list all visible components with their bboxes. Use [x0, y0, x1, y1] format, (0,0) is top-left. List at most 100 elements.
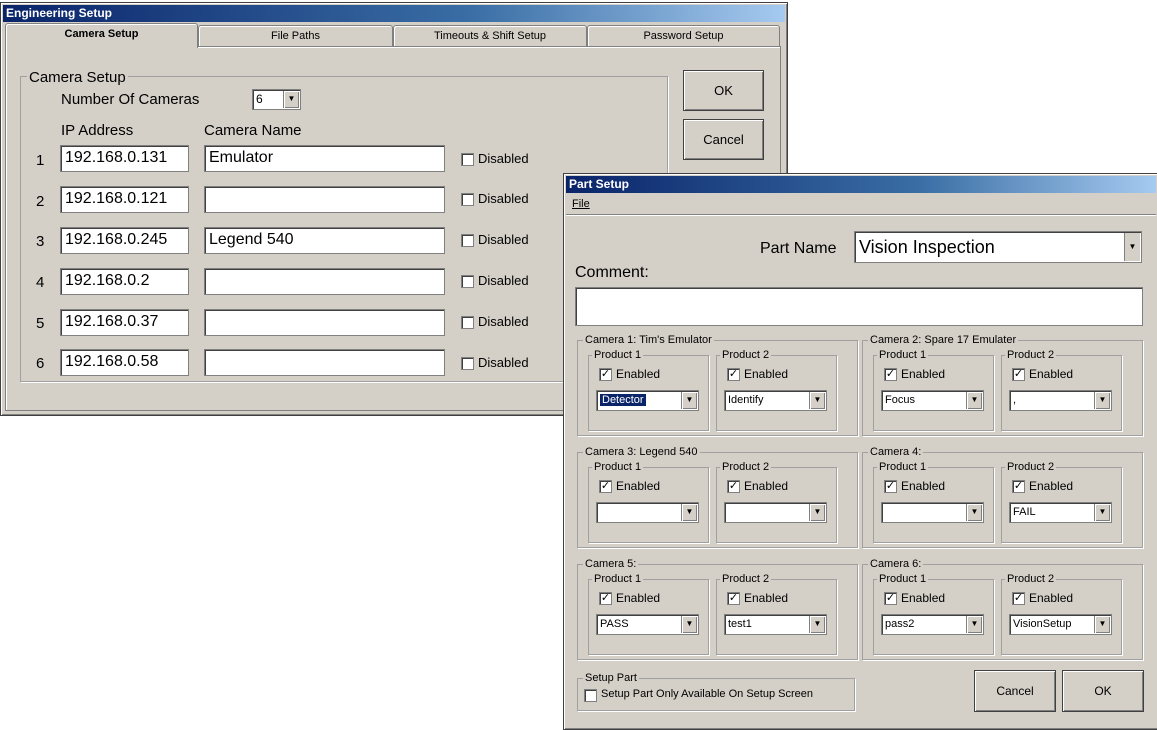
product-2-select[interactable]: test1 ▼ [724, 614, 827, 635]
product-2-select[interactable]: VisionSetup ▼ [1009, 614, 1112, 635]
cancel-button[interactable]: Cancel [683, 119, 764, 160]
enabled-checkbox[interactable]: ✓ [727, 592, 740, 605]
disabled-checkbox-3[interactable] [461, 234, 474, 247]
part-setup-window: Part Setup File Part Name Vision Inspect… [563, 173, 1157, 730]
part-name-label: Part Name [760, 240, 837, 257]
chevron-down-icon[interactable]: ▼ [1094, 504, 1110, 521]
tab-camera-setup[interactable]: Camera Setup [5, 23, 198, 48]
enabled-checkbox[interactable]: ✓ [884, 592, 897, 605]
product-1-select[interactable]: Detector ▼ [596, 390, 699, 411]
chevron-down-icon[interactable]: ▼ [1124, 233, 1140, 261]
product-1-select[interactable]: PASS ▼ [596, 614, 699, 635]
disabled-label: Disabled [478, 273, 529, 288]
engineering-setup-titlebar[interactable]: Engineering Setup [3, 5, 785, 22]
tab-password-setup[interactable]: Password Setup [587, 25, 780, 46]
product-1-select[interactable]: ▼ [596, 502, 699, 523]
product-2-select[interactable]: FAIL ▼ [1009, 502, 1112, 523]
disabled-label: Disabled [478, 151, 529, 166]
chevron-down-icon[interactable]: ▼ [681, 616, 697, 633]
product-1-select[interactable]: ▼ [881, 502, 984, 523]
chevron-down-icon[interactable]: ▼ [966, 616, 982, 633]
part-ok-button[interactable]: OK [1062, 670, 1144, 712]
product-2-select[interactable]: Identify ▼ [724, 390, 827, 411]
camera-name-input-4[interactable] [204, 268, 445, 295]
ip-address-input-4[interactable]: 192.168.0.2 [60, 268, 189, 295]
chevron-down-icon[interactable]: ▼ [1094, 616, 1110, 633]
camera-name-input-6[interactable] [204, 349, 445, 376]
enabled-label: Enabled [744, 367, 789, 381]
product-select-value: Identify [728, 394, 764, 406]
chevron-down-icon[interactable]: ▼ [283, 91, 299, 108]
enabled-checkbox[interactable]: ✓ [599, 592, 612, 605]
part-setup-titlebar[interactable]: Part Setup [566, 176, 1156, 193]
enabled-label: Enabled [901, 591, 946, 605]
enabled-checkbox[interactable]: ✓ [884, 480, 897, 493]
camera-name-input-2[interactable] [204, 186, 445, 213]
enabled-checkbox[interactable]: ✓ [1012, 480, 1025, 493]
number-of-cameras-value: 6 [256, 92, 263, 106]
enabled-checkbox[interactable]: ✓ [599, 480, 612, 493]
camera-group-label: Camera 5: [583, 558, 639, 570]
disabled-label: Disabled [478, 355, 529, 370]
tab-timeouts-shift[interactable]: Timeouts & Shift Setup [393, 25, 587, 46]
camera-name-input-5[interactable] [204, 309, 445, 336]
chevron-down-icon[interactable]: ▼ [809, 392, 825, 409]
ip-address-input-1[interactable]: 192.168.0.131 [60, 145, 189, 172]
ip-address-input-6[interactable]: 192.168.0.58 [60, 349, 189, 376]
chevron-down-icon[interactable]: ▼ [1094, 392, 1110, 409]
enabled-label: Enabled [616, 591, 661, 605]
camera-row-number: 2 [36, 193, 45, 210]
ok-button[interactable]: OK [683, 70, 764, 111]
part-name-select[interactable]: Vision Inspection ▼ [854, 231, 1142, 263]
setup-part-group-label: Setup Part [583, 672, 639, 684]
enabled-label: Enabled [744, 479, 789, 493]
product-1-select[interactable]: Focus ▼ [881, 390, 984, 411]
chevron-down-icon[interactable]: ▼ [966, 504, 982, 521]
chevron-down-icon[interactable]: ▼ [809, 616, 825, 633]
file-menu[interactable]: File [572, 198, 590, 210]
product-select-value: test1 [728, 618, 752, 630]
camera-row-number: 5 [36, 315, 45, 332]
chevron-down-icon[interactable]: ▼ [681, 504, 697, 521]
chevron-down-icon[interactable]: ▼ [809, 504, 825, 521]
setup-only-checkbox[interactable] [584, 689, 597, 702]
enabled-label: Enabled [901, 367, 946, 381]
camera-group-label: Camera 3: Legend 540 [583, 446, 700, 458]
enabled-checkbox[interactable]: ✓ [1012, 592, 1025, 605]
disabled-checkbox-6[interactable] [461, 357, 474, 370]
camera-name-input-1[interactable]: Emulator [204, 145, 445, 172]
enabled-checkbox[interactable]: ✓ [1012, 368, 1025, 381]
disabled-checkbox-2[interactable] [461, 193, 474, 206]
tab-file-paths[interactable]: File Paths [198, 25, 393, 46]
product-2-select[interactable]: ▼ [724, 502, 827, 523]
part-cancel-button[interactable]: Cancel [974, 670, 1056, 712]
product-select-value: Focus [885, 394, 915, 406]
product-select-value: PASS [600, 618, 629, 630]
enabled-label: Enabled [1029, 367, 1074, 381]
enabled-checkbox[interactable]: ✓ [727, 368, 740, 381]
product-2-group: Product 2 ✓ Enabled Identify ▼ [716, 349, 837, 431]
product-2-select[interactable]: , ▼ [1009, 390, 1112, 411]
product-select-value: pass2 [885, 618, 915, 630]
chevron-down-icon[interactable]: ▼ [966, 392, 982, 409]
disabled-checkbox-5[interactable] [461, 316, 474, 329]
ip-address-header: IP Address [61, 122, 134, 139]
enabled-checkbox[interactable]: ✓ [599, 368, 612, 381]
enabled-checkbox[interactable]: ✓ [727, 480, 740, 493]
disabled-label: Disabled [478, 191, 529, 206]
disabled-checkbox-4[interactable] [461, 275, 474, 288]
ip-address-input-3[interactable]: 192.168.0.245 [60, 227, 189, 254]
camera-group-label: Camera 6: [868, 558, 924, 570]
number-of-cameras-select[interactable]: 6 ▼ [252, 89, 301, 110]
chevron-down-icon[interactable]: ▼ [681, 392, 697, 409]
enabled-label: Enabled [1029, 479, 1074, 493]
enabled-checkbox[interactable]: ✓ [884, 368, 897, 381]
camera-name-input-3[interactable]: Legend 540 [204, 227, 445, 254]
camera-group-label: Camera 4: [868, 446, 924, 458]
product-1-select[interactable]: pass2 ▼ [881, 614, 984, 635]
ip-address-input-2[interactable]: 192.168.0.121 [60, 186, 189, 213]
disabled-checkbox-1[interactable] [461, 153, 474, 166]
comment-input[interactable] [575, 287, 1143, 326]
product-select-value: Detector [600, 394, 646, 406]
ip-address-input-5[interactable]: 192.168.0.37 [60, 309, 189, 336]
